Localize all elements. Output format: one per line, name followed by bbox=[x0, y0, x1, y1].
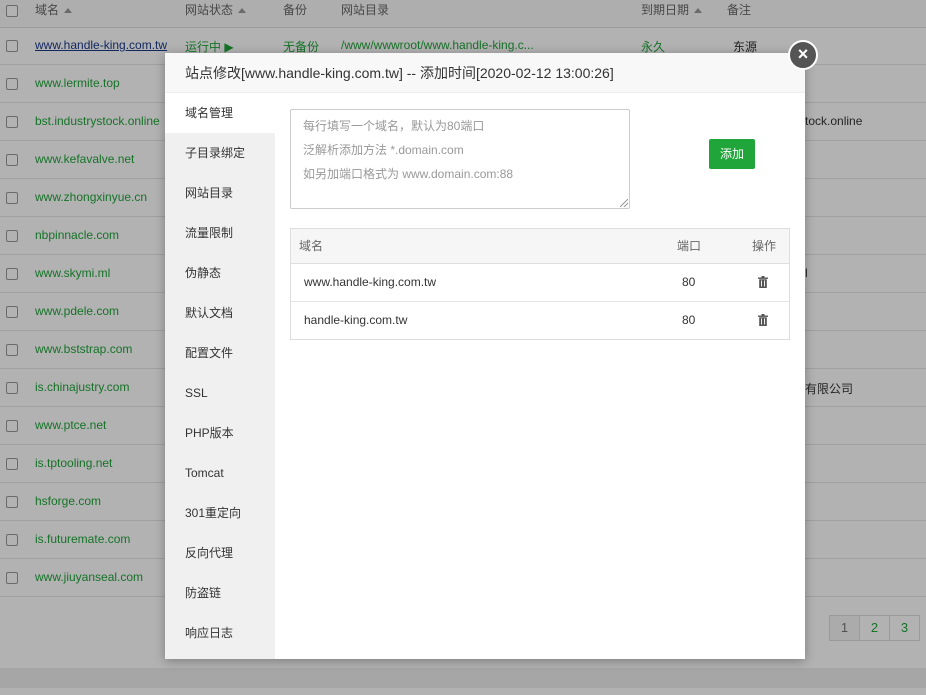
menu-item[interactable]: 域名管理 bbox=[165, 93, 275, 133]
menu-item[interactable]: 网站目录 bbox=[165, 173, 275, 213]
table-row: handle-king.com.tw 80 bbox=[291, 302, 789, 339]
add-domain-button[interactable]: 添加 bbox=[709, 139, 755, 169]
port-cell: 80 bbox=[682, 313, 696, 327]
menu-item[interactable]: SSL bbox=[165, 373, 275, 413]
col-domain: 域名 bbox=[299, 239, 324, 253]
menu-item[interactable]: 伪静态 bbox=[165, 253, 275, 293]
menu-item[interactable]: 防盗链 bbox=[165, 573, 275, 613]
trash-icon[interactable] bbox=[758, 314, 768, 326]
modal-title: 站点修改[www.handle-king.com.tw] -- 添加时间[202… bbox=[165, 53, 805, 93]
menu-item[interactable]: 响应日志 bbox=[165, 613, 275, 653]
resize-grip-icon[interactable] bbox=[620, 199, 628, 207]
menu-item[interactable]: 默认文档 bbox=[165, 293, 275, 333]
menu-item[interactable]: PHP版本 bbox=[165, 413, 275, 453]
domain-cell: www.handle-king.com.tw bbox=[304, 275, 437, 289]
col-port: 端口 bbox=[677, 239, 702, 253]
menu-item[interactable]: 配置文件 bbox=[165, 333, 275, 373]
menu-item[interactable]: 反向代理 bbox=[165, 533, 275, 573]
domain-cell: handle-king.com.tw bbox=[304, 313, 408, 327]
placeholder-line-1: 每行填写一个域名，默认为80端口 bbox=[303, 119, 485, 133]
table-row: www.handle-king.com.tw 80 bbox=[291, 264, 789, 302]
port-cell: 80 bbox=[682, 275, 696, 289]
site-edit-modal: 站点修改[www.handle-king.com.tw] -- 添加时间[202… bbox=[165, 53, 805, 659]
domain-table-header: 域名 端口 操作 bbox=[291, 229, 789, 264]
trash-icon[interactable] bbox=[758, 276, 768, 288]
menu-item[interactable]: 流量限制 bbox=[165, 213, 275, 253]
col-action: 操作 bbox=[752, 239, 777, 253]
placeholder-line-3: 如另加端口格式为 www.domain.com:88 bbox=[303, 167, 514, 181]
close-icon[interactable]: × bbox=[788, 40, 818, 70]
menu-item[interactable]: 301重定向 bbox=[165, 493, 275, 533]
domain-table: 域名 端口 操作 www.handle-king.com.tw 80 handl… bbox=[290, 228, 790, 340]
menu-item[interactable]: Tomcat bbox=[165, 453, 275, 493]
menu-item[interactable]: 子目录绑定 bbox=[165, 133, 275, 173]
domain-management-panel: 每行填写一个域名，默认为80端口 泛解析添加方法 *.domain.com 如另… bbox=[275, 93, 805, 659]
placeholder-line-2: 泛解析添加方法 *.domain.com bbox=[303, 143, 464, 157]
modal-side-menu: 域名管理 子目录绑定 网站目录 流量限制 伪静态 默认文档 配置文件 SSL PHP版本 Tomc… bbox=[165, 93, 275, 659]
domain-textarea[interactable]: 每行填写一个域名，默认为80端口 泛解析添加方法 *.domain.com 如另… bbox=[290, 109, 630, 209]
